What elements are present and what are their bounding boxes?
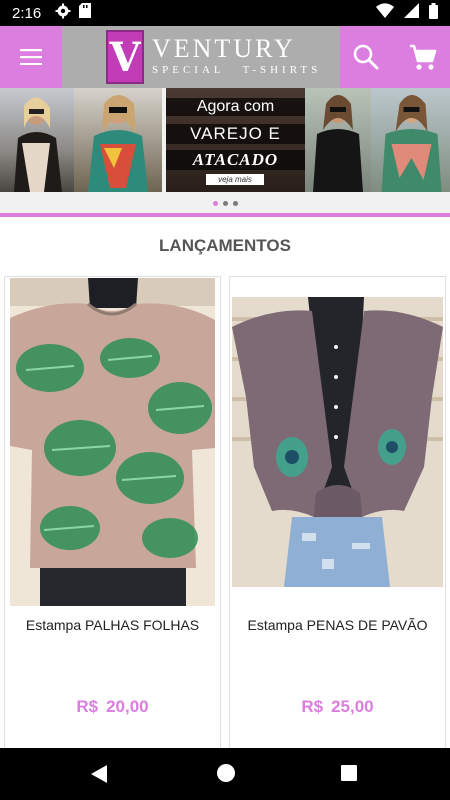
banner-cta[interactable]: veja mais [206,174,264,185]
promo-banner[interactable]: Agora com VAREJO E ATACADO veja mais [0,88,450,192]
product-name[interactable]: Estampa PENAS DE PAVÃO [230,617,445,633]
product-card[interactable]: Estampa PENAS DE PAVÃO R$ 25,00 [229,276,446,750]
brand-subtitle-right: T-SHIRTS [242,64,322,76]
product-image[interactable] [10,278,215,606]
status-time: 2:16 [12,4,42,22]
product-image[interactable] [232,297,443,587]
banner-text-line1: Agora com [166,98,305,116]
sd-card-icon [79,3,92,23]
brand-logo[interactable]: V VENTURY SPECIAL T-SHIRTS [62,26,340,88]
accent-divider [0,213,450,217]
pagination-dot[interactable] [232,200,238,206]
banner-photo-1 [0,88,74,192]
banner-photo-2 [74,88,162,192]
product-price: R$ 20,00 [5,697,220,717]
price-value: 25,00 [331,697,374,716]
home-icon[interactable] [217,764,235,782]
product-card[interactable]: Estampa PALHAS FOLHAS R$ 20,00 [4,276,221,750]
banner-pagination [0,192,450,214]
banner-photo-3 [305,88,371,192]
banner-text-line2: VAREJO E [166,124,305,144]
signal-icon [404,3,419,23]
brand-subtitle-left: SPECIAL [152,64,225,76]
brand-title: VENTURY [152,34,296,63]
section-title: LANÇAMENTOS [159,236,291,255]
banner-text-line3: ATACADO [166,150,305,170]
price-currency: R$ [76,697,99,716]
banner-ad: Agora com VAREJO E ATACADO veja mais [166,88,305,192]
price-currency: R$ [301,697,324,716]
logo-v-mark: V [106,30,144,84]
search-icon[interactable] [350,41,382,73]
app-bar: V VENTURY SPECIAL T-SHIRTS [0,26,450,88]
brand-subtitle: SPECIAL T-SHIRTS [152,64,321,76]
system-nav-bar [0,748,450,800]
recents-icon[interactable] [341,765,357,781]
wifi-icon [376,3,394,23]
back-icon[interactable] [91,765,107,788]
pagination-dot[interactable] [222,200,228,206]
hamburger-menu-icon[interactable] [0,26,62,88]
gear-icon [55,3,71,24]
price-value: 20,00 [106,697,149,716]
product-name[interactable]: Estampa PALHAS FOLHAS [5,617,220,633]
product-price: R$ 25,00 [230,697,445,717]
status-bar: 2:16 [0,0,450,26]
banner-photo-4 [371,88,450,192]
battery-icon [429,2,438,24]
shopping-cart-icon[interactable] [406,40,440,74]
pagination-dot-active[interactable] [212,200,218,206]
